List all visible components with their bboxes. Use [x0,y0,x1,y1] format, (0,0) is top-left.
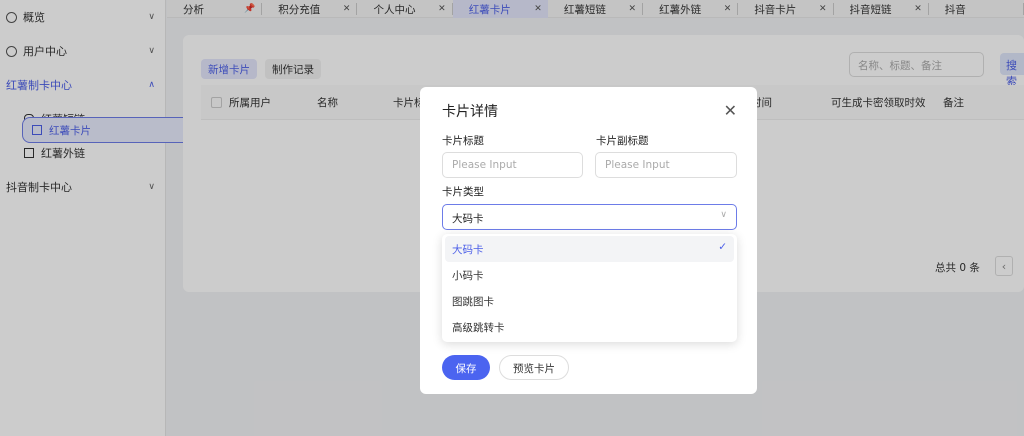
option-large-code[interactable]: 大码卡 ✓ [445,236,734,262]
card-type-select[interactable]: 大码卡 ∨ [442,204,737,230]
card-detail-modal: 卡片详情 ✕ 卡片标题 Please Input 卡片副标题 Please In… [420,87,757,394]
modal-title: 卡片详情 [442,104,498,120]
close-icon[interactable]: ✕ [724,101,737,120]
chevron-down-icon: ∨ [720,210,727,220]
card-type-dropdown: 大码卡 ✓ 小码卡 图跳图卡 高级跳转卡 [442,234,737,342]
option-small-code[interactable]: 小码卡 [445,262,734,288]
card-type-label: 卡片类型 [442,186,484,198]
card-title-input[interactable]: Please Input [442,152,583,178]
option-advanced-jump[interactable]: 高级跳转卡 [445,314,734,340]
card-subtitle-label: 卡片副标题 [596,135,649,147]
check-icon: ✓ [718,241,727,253]
option-image-jump[interactable]: 图跳图卡 [445,288,734,314]
card-subtitle-input[interactable]: Please Input [595,152,737,178]
card-title-label: 卡片标题 [442,135,484,147]
save-button[interactable]: 保存 [442,355,490,380]
preview-card-button[interactable]: 预览卡片 [499,355,569,380]
